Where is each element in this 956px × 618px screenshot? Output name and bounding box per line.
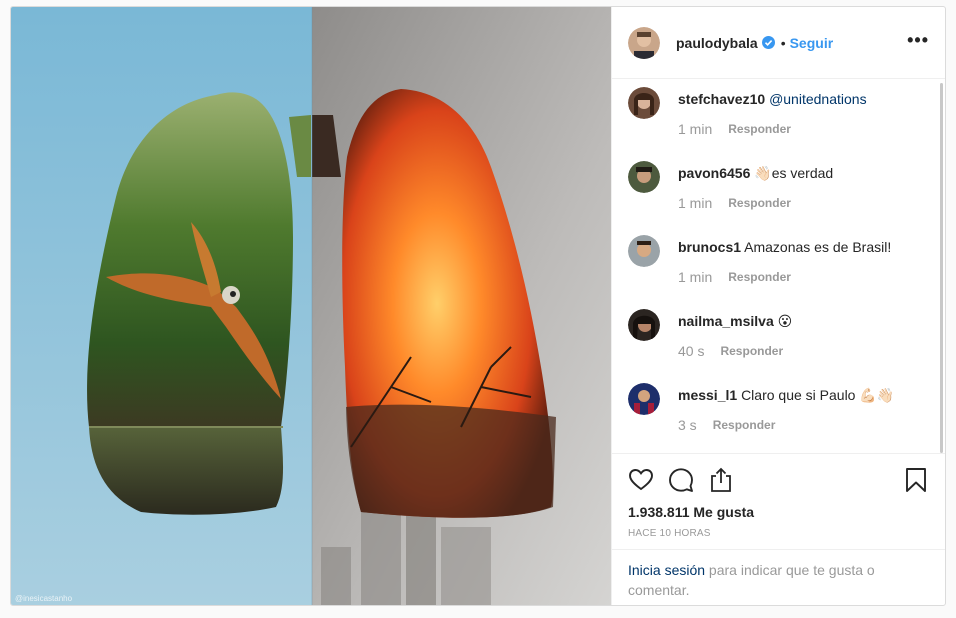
verified-badge-icon	[761, 36, 775, 49]
commenter-avatar[interactable]	[628, 87, 660, 119]
post-timestamp[interactable]: HACE 10 HORAS	[628, 528, 929, 549]
comment-item: pavon6456 👋🏻es verdad 1 min Responder	[628, 161, 929, 235]
post-card: @inesicastanho paulodybala • Seguir ••• …	[10, 6, 946, 606]
comment-time: 40 s	[678, 343, 705, 359]
reply-button[interactable]: Responder	[713, 418, 776, 432]
comment-time: 3 s	[678, 417, 697, 433]
comment-text: Claro que si Paulo 💪🏻👋🏻	[741, 387, 895, 403]
share-icon[interactable]	[708, 467, 734, 493]
comment-text: 👋🏻es verdad	[754, 165, 834, 181]
commenter-username[interactable]: messi_l1	[678, 387, 737, 403]
heart-icon[interactable]	[628, 467, 654, 493]
comments-scrollbar[interactable]	[940, 83, 943, 453]
comment-text: 😮	[777, 313, 793, 329]
comment-mention-link[interactable]: @unitednations	[769, 91, 867, 107]
more-options-icon[interactable]: •••	[907, 31, 929, 51]
reply-button[interactable]: Responder	[728, 196, 791, 210]
commenter-avatar[interactable]	[628, 383, 660, 415]
separator-dot: •	[780, 34, 786, 51]
commenter-avatar[interactable]	[628, 309, 660, 341]
commenter-avatar[interactable]	[628, 235, 660, 267]
author-username[interactable]: paulodybala	[676, 35, 758, 51]
login-link[interactable]: Inicia sesión	[628, 562, 705, 578]
reply-button[interactable]: Responder	[720, 344, 783, 358]
comment-item: nailma_msilva 😮 40 s Responder	[628, 309, 929, 383]
likes-count[interactable]: 1.938.811 Me gusta	[628, 504, 929, 520]
commenter-username[interactable]: stefchavez10	[678, 91, 765, 107]
commenter-username[interactable]: nailma_msilva	[678, 313, 774, 329]
author-avatar[interactable]	[628, 26, 660, 59]
comment-text: Amazonas es de Brasil!	[744, 239, 892, 255]
comment-bubble-icon[interactable]	[668, 467, 694, 493]
comment-time: 1 min	[678, 269, 713, 285]
post-image[interactable]: @inesicastanho	[11, 7, 611, 605]
comment-item: stefchavez10 @unitednations 1 min Respond…	[628, 87, 929, 161]
comment-time: 1 min	[678, 195, 713, 211]
follow-button[interactable]: Seguir	[790, 35, 834, 51]
commenter-avatar[interactable]	[628, 161, 660, 193]
comment-item: messi_l1 Claro que si Paulo 💪🏻👋🏻 3 s Resp…	[628, 383, 929, 453]
actions-area: 1.938.811 Me gusta HACE 10 HORAS	[612, 453, 945, 549]
side-panel: paulodybala • Seguir ••• stefchavez10 @u…	[611, 7, 945, 605]
lungs-artwork	[11, 7, 611, 605]
comment-item: brunocs1 Amazonas es de Brasil! 1 min Res…	[628, 235, 929, 309]
watermark: @inesicastanho	[15, 594, 73, 603]
login-prompt: Inicia sesión para indicar que te gusta …	[612, 549, 945, 605]
reply-button[interactable]: Responder	[728, 122, 791, 136]
commenter-username[interactable]: brunocs1	[678, 239, 741, 255]
bookmark-icon[interactable]	[903, 467, 929, 493]
reply-button[interactable]: Responder	[728, 270, 791, 284]
comments-list[interactable]: stefchavez10 @unitednations 1 min Respond…	[612, 79, 945, 453]
comment-time: 1 min	[678, 121, 713, 137]
post-header: paulodybala • Seguir •••	[612, 7, 945, 79]
action-bar	[628, 454, 929, 506]
commenter-username[interactable]: pavon6456	[678, 165, 750, 181]
